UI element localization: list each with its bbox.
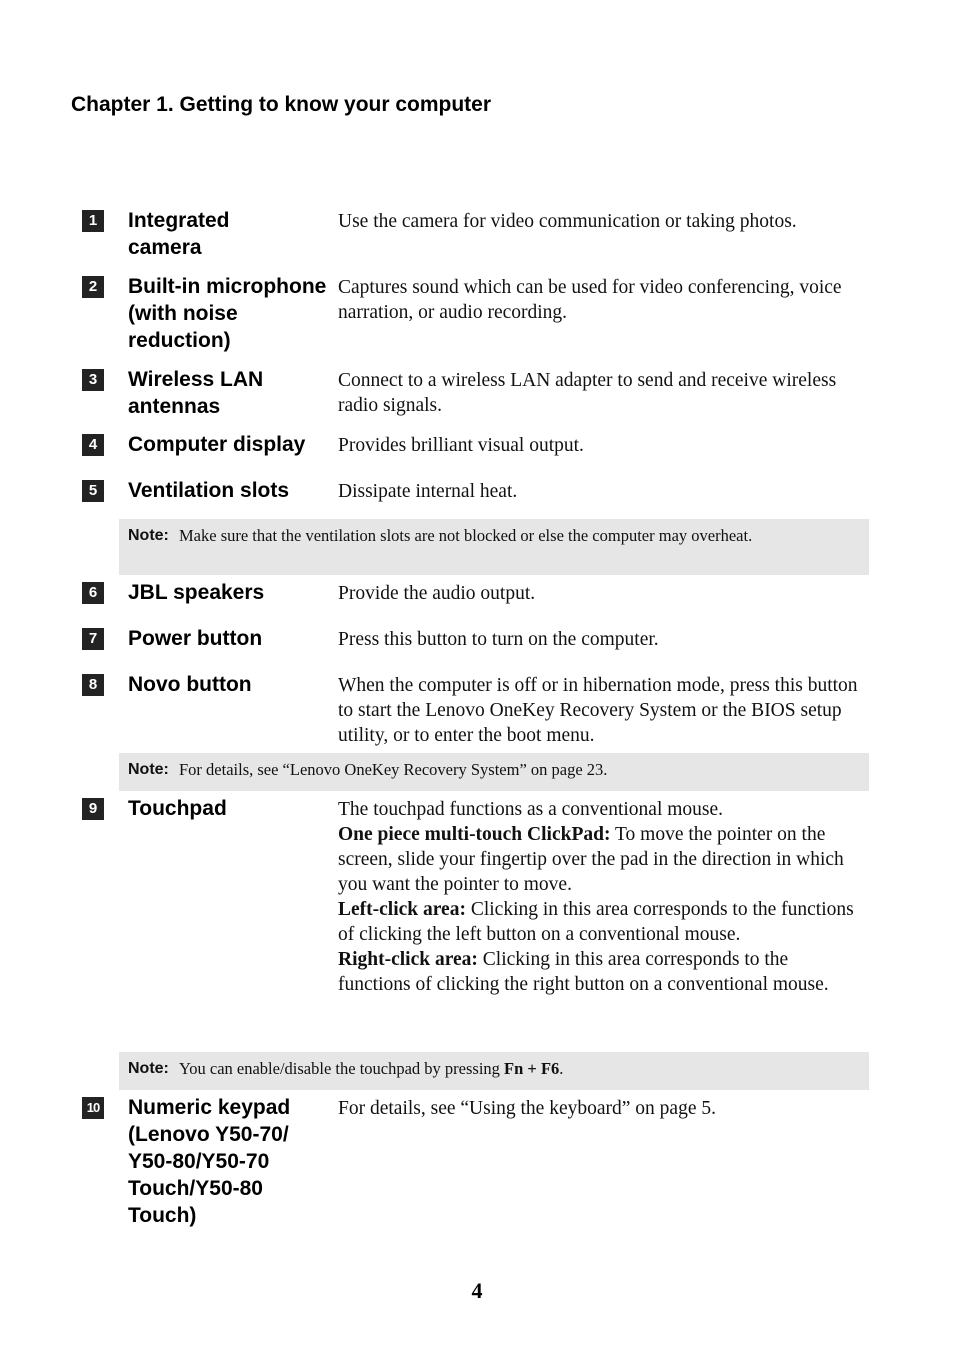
item-description: Captures sound which can be used for vid… [338, 277, 842, 323]
touchpad-intro: The touchpad functions as a conventional… [338, 799, 724, 820]
note-label: Note: [128, 1060, 169, 1077]
item-description: For details, see “Using the keyboard” on… [338, 1098, 716, 1119]
callout-badge: 10 [82, 1097, 104, 1119]
callout-badge: 3 [82, 369, 104, 391]
left-click-label: Left-click area: [338, 899, 466, 920]
note-text: For details, see “Lenovo OneKey Recovery… [179, 760, 608, 779]
touchpad-right-click: Right-click area: Clicking in this area … [338, 947, 863, 997]
item-term: Touchpad [128, 797, 227, 820]
item-term: Numeric keypad (Lenovo Y50-70/ Y50-80/Y5… [128, 1096, 291, 1227]
item-description: When the computer is off or in hibernati… [338, 675, 858, 746]
item-description: The touchpad functions as a conventional… [338, 797, 863, 997]
item-description: Provide the audio output. [338, 583, 536, 604]
note-onekey-recovery: Note: For details, see “Lenovo OneKey Re… [119, 753, 869, 791]
item-term: Novo button [128, 673, 252, 696]
callout-badge: 7 [82, 628, 104, 650]
callout-badge: 5 [82, 480, 104, 502]
page-number: 4 [471, 1278, 483, 1303]
clickpad-label: One piece multi-touch ClickPad: [338, 824, 611, 845]
item-description: Use the camera for video communication o… [338, 211, 797, 232]
note-text: You can enable/disable the touchpad by p… [179, 1059, 505, 1078]
chapter-title: Chapter 1. Getting to know your computer [71, 93, 492, 116]
callout-badge: 9 [82, 798, 104, 820]
right-click-label: Right-click area: [338, 949, 478, 970]
manual-page: Chapter 1. Getting to know your computer… [0, 0, 954, 1352]
callout-badge: 6 [82, 582, 104, 604]
note-touchpad-toggle: Note: You can enable/disable the touchpa… [119, 1052, 869, 1090]
callout-badge: 4 [82, 434, 104, 456]
note-label: Note: [128, 527, 169, 544]
note-label: Note: [128, 761, 169, 778]
item-description: Dissipate internal heat. [338, 481, 518, 502]
touchpad-left-click: Left-click area: Clicking in this area c… [338, 897, 863, 947]
callout-badge: 1 [82, 210, 104, 232]
note-text: Make sure that the ventilation slots are… [179, 526, 753, 545]
note-ventilation: Note: Make sure that the ventilation slo… [119, 519, 869, 575]
item-term: Power button [128, 627, 263, 650]
item-term: Built-in microphone (with noise reductio… [128, 275, 327, 352]
item-term: JBL speakers [128, 581, 265, 604]
note-key-combo: Fn + F6 [504, 1059, 560, 1078]
touchpad-clickpad: One piece multi-touch ClickPad: To move … [338, 822, 863, 897]
item-term: Wireless LAN antennas [128, 368, 264, 418]
callout-badge: 2 [82, 276, 104, 298]
callout-badge: 8 [82, 674, 104, 696]
note-text-end: . [559, 1059, 564, 1078]
item-description: Provides brilliant visual output. [338, 435, 584, 456]
item-description: Press this button to turn on the compute… [338, 629, 659, 650]
item-term: Ventilation slots [128, 479, 290, 502]
item-term: Computer display [128, 433, 306, 456]
item-description: Connect to a wireless LAN adapter to sen… [338, 370, 837, 416]
item-term: Integrated camera [128, 209, 230, 259]
